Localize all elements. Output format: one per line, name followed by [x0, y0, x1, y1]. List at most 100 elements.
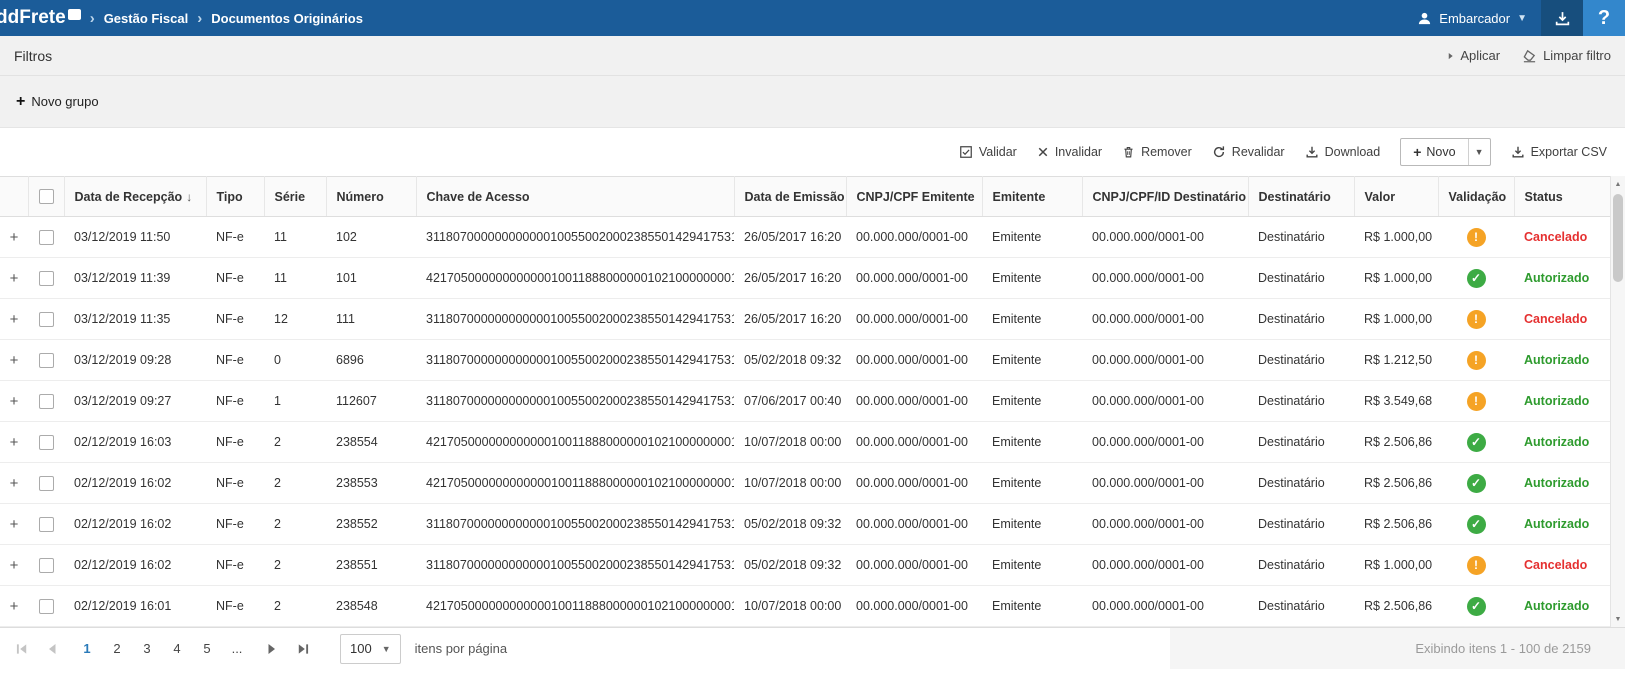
invalidate-label: Invalidar [1055, 145, 1102, 159]
page-button-3[interactable]: 3 [134, 636, 160, 662]
table-row: + 03/12/2019 09:27 NF-e 1 112607 3118070… [0, 381, 1610, 422]
apply-filter-button[interactable]: Aplicar [1440, 48, 1500, 63]
expand-row-icon[interactable]: + [0, 545, 28, 586]
page-button-2[interactable]: 2 [104, 636, 130, 662]
expand-row-icon[interactable]: + [0, 586, 28, 627]
cell-data-recepcao: 03/12/2019 09:28 [64, 340, 206, 381]
clear-filter-button[interactable]: Limpar filtro [1522, 48, 1611, 63]
remove-button[interactable]: Remover [1122, 145, 1192, 159]
page-button-more[interactable]: ... [224, 636, 250, 662]
expand-row-icon[interactable]: + [0, 381, 28, 422]
column-header-numero[interactable]: Número [326, 177, 416, 217]
validation-status-icon[interactable]: ✓ [1467, 597, 1486, 616]
column-header-tipo[interactable]: Tipo [206, 177, 264, 217]
row-checkbox[interactable] [39, 435, 54, 450]
cell-status: Cancelado [1514, 217, 1610, 258]
select-all-checkbox[interactable] [39, 189, 54, 204]
column-header-cnpj-destinatario[interactable]: CNPJ/CPF/ID Destinatário [1082, 177, 1248, 217]
select-all-header [28, 177, 64, 217]
validation-status-icon[interactable]: ! [1467, 351, 1486, 370]
expand-row-icon[interactable]: + [0, 299, 28, 340]
row-checkbox[interactable] [39, 558, 54, 573]
row-checkbox[interactable] [39, 271, 54, 286]
validation-status-icon[interactable]: ! [1467, 310, 1486, 329]
cell-cnpj-emitente: 00.000.000/0001-00 [846, 545, 982, 586]
expand-row-icon[interactable]: + [0, 463, 28, 504]
column-header-status[interactable]: Status [1514, 177, 1610, 217]
validation-status-icon[interactable]: ! [1467, 228, 1486, 247]
expand-row-icon[interactable]: + [0, 258, 28, 299]
page-size-select[interactable]: 100 ▼ [340, 634, 401, 664]
scroll-down-icon[interactable]: ▼ [1611, 611, 1625, 627]
new-group-button[interactable]: + Novo grupo [16, 94, 99, 110]
cell-serie: 11 [264, 217, 326, 258]
cell-cnpj-emitente: 00.000.000/0001-00 [846, 217, 982, 258]
cell-cnpj-destinatario: 00.000.000/0001-00 [1082, 504, 1248, 545]
validation-status-icon[interactable]: ✓ [1467, 433, 1486, 452]
column-header-valor[interactable]: Valor [1354, 177, 1438, 217]
cell-status: Autorizado [1514, 504, 1610, 545]
row-checkbox[interactable] [39, 312, 54, 327]
cell-destinatario: Destinatário [1248, 422, 1354, 463]
cell-status: Autorizado [1514, 258, 1610, 299]
last-page-button[interactable] [288, 635, 316, 663]
cell-chave-acesso: 3118070000000000001005500200023855014294… [416, 217, 734, 258]
brand-logo[interactable]: ddFrete [0, 7, 81, 29]
column-header-serie[interactable]: Série [264, 177, 326, 217]
validation-status-icon[interactable]: ! [1467, 392, 1486, 411]
column-header-destinatario[interactable]: Destinatário [1248, 177, 1354, 217]
column-header-chave-acesso[interactable]: Chave de Acesso [416, 177, 734, 217]
expand-row-icon[interactable]: + [0, 422, 28, 463]
first-page-button[interactable] [8, 635, 36, 663]
table-row: + 02/12/2019 16:02 NF-e 2 238552 3118070… [0, 504, 1610, 545]
cell-tipo: NF-e [206, 340, 264, 381]
scroll-up-icon[interactable]: ▲ [1611, 176, 1625, 192]
page-button-1[interactable]: 1 [74, 636, 100, 662]
help-button[interactable]: ? [1583, 0, 1625, 36]
validate-button[interactable]: Validar [959, 145, 1017, 159]
validation-status-icon[interactable]: ✓ [1467, 269, 1486, 288]
row-checkbox[interactable] [39, 394, 54, 409]
export-csv-button[interactable]: Exportar CSV [1511, 145, 1607, 159]
row-checkbox[interactable] [39, 599, 54, 614]
column-header-data-recepcao[interactable]: Data de Recepção↓ [64, 177, 206, 217]
column-header-validacao[interactable]: Validação [1438, 177, 1514, 217]
download-button[interactable]: Download [1305, 145, 1381, 159]
row-checkbox[interactable] [39, 353, 54, 368]
column-header-cnpj-emitente[interactable]: CNPJ/CPF Emitente [846, 177, 982, 217]
person-icon [1417, 11, 1432, 26]
invalidate-button[interactable]: Invalidar [1037, 145, 1102, 159]
expand-row-icon[interactable]: + [0, 340, 28, 381]
validation-status-icon[interactable]: ✓ [1467, 515, 1486, 534]
cell-destinatario: Destinatário [1248, 258, 1354, 299]
validation-status-icon[interactable]: ! [1467, 556, 1486, 575]
table-row: + 02/12/2019 16:01 NF-e 2 238548 4217050… [0, 586, 1610, 627]
expand-row-icon[interactable]: + [0, 217, 28, 258]
header-download-button[interactable] [1541, 0, 1583, 36]
page-button-5[interactable]: 5 [194, 636, 220, 662]
x-icon [1037, 146, 1049, 158]
column-header-data-emissao[interactable]: Data de Emissão [734, 177, 846, 217]
revalidate-button[interactable]: Revalidar [1212, 145, 1285, 159]
row-checkbox[interactable] [39, 230, 54, 245]
new-dropdown-arrow[interactable]: ▼ [1468, 139, 1490, 165]
cell-validacao: ✓ [1438, 258, 1514, 299]
row-checkbox[interactable] [39, 476, 54, 491]
vertical-scrollbar[interactable]: ▲ ▼ [1610, 176, 1625, 627]
previous-page-button[interactable] [38, 635, 66, 663]
scrollbar-thumb[interactable] [1613, 194, 1623, 282]
breadcrumb-gestao-fiscal[interactable]: Gestão Fiscal [104, 11, 189, 26]
new-button[interactable]: + Novo [1401, 139, 1467, 165]
cell-tipo: NF-e [206, 258, 264, 299]
user-menu-button[interactable]: Embarcador ▼ [1403, 0, 1541, 36]
row-checkbox[interactable] [39, 517, 54, 532]
column-header-emitente[interactable]: Emitente [982, 177, 1082, 217]
cell-destinatario: Destinatário [1248, 545, 1354, 586]
cell-destinatario: Destinatário [1248, 299, 1354, 340]
validation-status-icon[interactable]: ✓ [1467, 474, 1486, 493]
documents-table: Data de Recepção↓ Tipo Série Número Chav… [0, 176, 1610, 627]
page-button-4[interactable]: 4 [164, 636, 190, 662]
cell-data-emissao: 10/07/2018 00:00 [734, 586, 846, 627]
expand-row-icon[interactable]: + [0, 504, 28, 545]
next-page-button[interactable] [258, 635, 286, 663]
